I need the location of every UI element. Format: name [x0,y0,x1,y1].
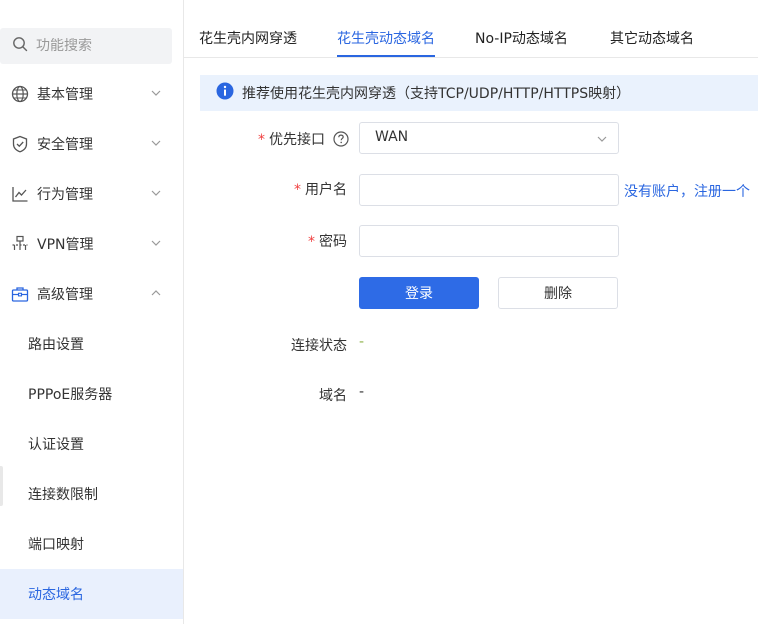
tab-oray-ddns[interactable]: 花生壳动态域名 [337,28,435,48]
sidebar-item-conn-limit[interactable]: 连接数限制 [0,469,183,519]
tab-bar: 花生壳内网穿透 花生壳动态域名 No-IP动态域名 其它动态域名 [184,0,758,58]
interface-select[interactable]: WAN [359,122,619,154]
menu-label: 高级管理 [37,287,93,303]
required-mark: * [294,182,301,198]
toolbox-icon [11,285,29,303]
sidebar-item-port-mapping[interactable]: 端口映射 [0,519,183,569]
menu-vpn[interactable]: VPN管理 [0,219,183,269]
interface-value: WAN [375,129,409,145]
interface-label-row: * 优先接口 [258,129,350,151]
chevron-down-icon [150,87,162,103]
search-box[interactable] [0,28,172,64]
search-icon [12,36,28,56]
sidebar-item-pppoe[interactable]: PPPoE服务器 [0,369,183,419]
chevron-down-icon [150,137,162,153]
password-label-row: * 密码 [308,231,347,251]
sidebar: 基本管理 安全管理 行为管理 VPN管理 高级管理 路由设置 PPPoE服务器 … [0,0,183,624]
domain-value: - [359,384,365,400]
globe-icon [11,85,29,103]
chevron-down-icon [150,237,162,253]
password-field[interactable] [359,225,619,257]
network-icon [11,235,29,253]
menu-label: VPN管理 [37,237,94,253]
status-value: - [359,334,365,350]
interface-label: 优先接口 [269,132,325,148]
register-link[interactable]: 没有账户，注册一个 [624,181,750,201]
tab-other-ddns[interactable]: 其它动态域名 [610,28,694,48]
notice-text: 推荐使用花生壳内网穿透（支持TCP/UDP/HTTP/HTTPS映射） [242,86,631,102]
status-label: 连接状态 [291,338,347,354]
question-icon[interactable] [333,131,350,151]
username-field[interactable] [359,174,619,206]
login-button[interactable]: 登录 [359,277,479,309]
info-notice: 推荐使用花生壳内网穿透（支持TCP/UDP/HTTP/HTTPS映射） [200,75,758,111]
password-input[interactable] [360,226,618,256]
password-label: 密码 [319,234,347,250]
domain-label: 域名 [319,388,347,404]
menu-label: 基本管理 [37,87,93,103]
sidebar-item-route[interactable]: 路由设置 [0,319,183,369]
active-tab-indicator [337,55,435,57]
search-input[interactable] [36,38,166,54]
tab-noip-ddns[interactable]: No-IP动态域名 [475,28,568,48]
delete-button[interactable]: 删除 [498,277,618,309]
chart-line-icon [11,185,29,203]
chevron-down-icon [150,187,162,203]
menu-advanced[interactable]: 高级管理 [0,269,183,319]
sidebar-item-ddns[interactable]: 动态域名 [0,569,183,619]
menu-behavior[interactable]: 行为管理 [0,169,183,219]
scroll-handle[interactable] [0,466,3,506]
menu-label: 安全管理 [37,137,93,153]
username-label-row: * 用户名 [294,179,347,199]
menu-security[interactable]: 安全管理 [0,119,183,169]
menu-basic[interactable]: 基本管理 [0,69,183,119]
sidebar-divider [183,0,184,624]
username-input[interactable] [360,175,618,205]
required-mark: * [258,132,265,148]
tab-oray-tunnel[interactable]: 花生壳内网穿透 [199,28,297,48]
chevron-down-icon [596,133,608,149]
shield-icon [11,135,29,153]
sidebar-item-auth[interactable]: 认证设置 [0,419,183,469]
chevron-up-icon [150,287,162,303]
menu-label: 行为管理 [37,187,93,203]
username-label: 用户名 [305,182,347,198]
info-icon [216,82,234,104]
required-mark: * [308,234,315,250]
